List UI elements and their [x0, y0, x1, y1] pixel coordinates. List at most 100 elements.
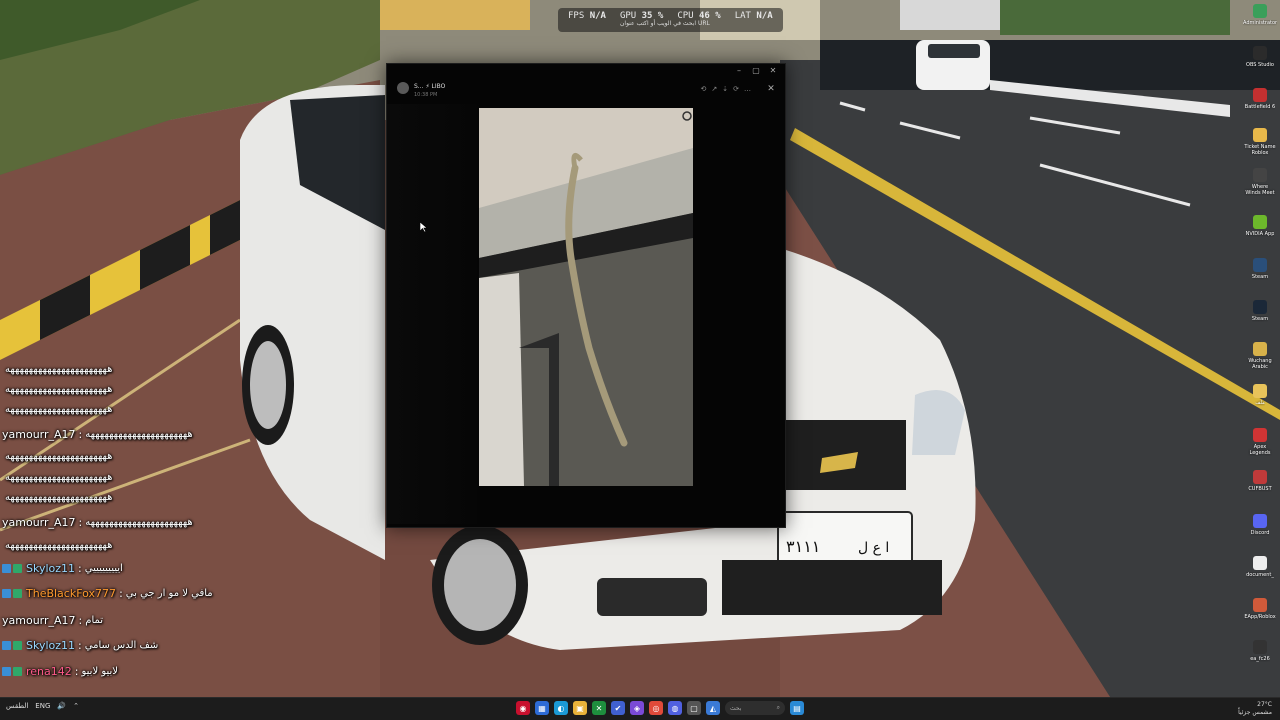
media-image[interactable]: [479, 108, 693, 486]
viewer-title-bar[interactable]: S... ⚡ LIBO 10:38 PM – ▢ ✕ ⟲ ↗ ⇣ ⟳ … ✕: [387, 64, 785, 100]
window-controls: – ▢ ✕: [735, 66, 777, 75]
maximize-button[interactable]: ▢: [752, 66, 760, 75]
desktop-icon[interactable]: Ticket Name Roblox: [1244, 128, 1276, 168]
app-icon: [1253, 88, 1267, 102]
viewer-close-button[interactable]: ✕: [766, 84, 776, 94]
weather-widget[interactable]: الطقس: [6, 702, 28, 710]
desktop-icon[interactable]: Where Winds Meet: [1244, 168, 1276, 208]
taskbar-app-icon[interactable]: ✕: [592, 701, 606, 715]
taskbar-app-icon[interactable]: ◐: [554, 701, 568, 715]
app-icon: [1253, 470, 1267, 484]
latency-readout: LAT N/A: [734, 11, 773, 21]
app-icon: [1253, 46, 1267, 60]
mod-badge-icon: [13, 563, 22, 573]
taskbar-app-icon[interactable]: ◭: [706, 701, 720, 715]
taskbar-app-icon[interactable]: ◉: [516, 701, 530, 715]
desktop-icon[interactable]: Administrator: [1243, 4, 1277, 44]
folder-icon: [1253, 342, 1267, 356]
taskbar-apps: ◉ ▦ ◐ ▣ ✕ ✔ ◈ ◎ ◍ ▢ ◭ بحث ⌕ ▤: [516, 701, 804, 715]
window-close-button[interactable]: ✕: [769, 66, 777, 75]
rotate-icon[interactable]: ⟲: [701, 85, 707, 93]
mouse-cursor-icon: [420, 222, 428, 232]
system-clock[interactable]: 27°C مشمس جزئياً: [1238, 701, 1272, 717]
desktop-icon[interactable]: Discord: [1244, 514, 1276, 554]
taskbar-app-icon[interactable]: ◎: [649, 701, 663, 715]
app-icon: [1253, 168, 1267, 182]
tray-left: الطقس ENG 🔊 ⌃: [6, 702, 79, 710]
chat-message: ههههههههههههههههههههههه: [5, 471, 113, 483]
desktop-icon[interactable]: Steam: [1244, 258, 1276, 298]
share-icon[interactable]: ↗: [711, 85, 717, 93]
discord-icon: [1253, 514, 1267, 528]
desktop-icon[interactable]: Battlefield 6: [1244, 88, 1276, 128]
browser-search-hint: ابحث في الويب أو اكتب عنوان URL: [620, 20, 710, 27]
chat-message: ههههههههههههههههههههههه: [5, 450, 113, 462]
subscriber-badge-icon: [2, 588, 11, 598]
taskbar-app-icon[interactable]: ◈: [630, 701, 644, 715]
app-icon: [1253, 128, 1267, 142]
chat-message: yamourr_A17: تمام: [2, 613, 104, 627]
chat-message: ههههههههههههههههههههههه: [5, 383, 113, 395]
subscriber-badge-icon: [2, 666, 11, 676]
sender-name: S... ⚡ LIBO: [414, 83, 446, 90]
document-icon: [1253, 556, 1267, 570]
desktop-icon[interactable]: EApp/Roblox: [1244, 598, 1276, 638]
desktop-icons: Administrator OBS Studio Battlefield 6 T…: [1240, 0, 1280, 697]
taskbar-app-icon[interactable]: ▢: [687, 701, 701, 715]
desktop-icon[interactable]: Steam: [1244, 300, 1276, 340]
app-icon: [1253, 258, 1267, 272]
chat-message: Skyloz11: شف الدس سامي: [2, 634, 158, 656]
chat-message: Skyloz11: ايييييييييي: [2, 557, 123, 579]
desktop-icon[interactable]: ملف: [1244, 384, 1276, 424]
folder-icon: [1253, 384, 1267, 398]
chat-message: rena142: لابيو لابيو: [2, 660, 118, 682]
desktop-icon[interactable]: OBS Studio: [1244, 46, 1276, 86]
mod-badge-icon: [13, 666, 22, 676]
desktop-icon[interactable]: CUFBUST: [1244, 470, 1276, 510]
desktop-icon[interactable]: Wuchang Arabic: [1244, 342, 1276, 382]
subscriber-badge-icon: [2, 640, 11, 650]
volume-icon[interactable]: 🔊: [57, 702, 66, 710]
chat-message: ههههههههههههههههههههههه: [5, 539, 113, 551]
app-icon: [1253, 640, 1267, 654]
taskbar: الطقس ENG 🔊 ⌃ ◉ ▦ ◐ ▣ ✕ ✔ ◈ ◎ ◍ ▢ ◭ بحث ⌕…: [0, 697, 1280, 720]
viewer-sidebar: [387, 104, 477, 524]
taskbar-app-icon[interactable]: ✔: [611, 701, 625, 715]
svg-text:٣١١١: ٣١١١: [786, 537, 820, 556]
desktop-icon[interactable]: document_: [1244, 556, 1276, 596]
chat-message: yamourr_A17: ههههههههههههههههههههههه: [2, 515, 193, 529]
chat-message: ههههههههههههههههههههههه: [5, 363, 113, 375]
chat-message: yamourr_A17: ههههههههههههههههههههههه: [2, 427, 193, 441]
svg-text:ا ع ل: ا ع ل: [858, 540, 889, 556]
app-icon: [1253, 215, 1267, 229]
app-icon: [1253, 4, 1267, 18]
viewer-toolbar: ⟲ ↗ ⇣ ⟳ …: [701, 85, 752, 93]
mod-badge-icon: [13, 588, 22, 598]
taskbar-search[interactable]: بحث ⌕: [725, 701, 785, 715]
app-icon: [1253, 300, 1267, 314]
tray-expand-icon[interactable]: ⌃: [73, 702, 79, 710]
language-indicator[interactable]: ENG: [35, 702, 50, 710]
chat-message: ههههههههههههههههههههههه: [5, 491, 113, 503]
desktop-icon[interactable]: ea_fc26: [1244, 640, 1276, 680]
more-icon[interactable]: …: [744, 85, 751, 93]
mod-badge-icon: [13, 640, 22, 650]
fps-readout: FPS N/A: [568, 11, 606, 21]
desktop-icon[interactable]: NVIDIA App: [1244, 215, 1276, 255]
minimize-button[interactable]: –: [735, 66, 743, 75]
app-icon: [1253, 428, 1267, 442]
avatar: [397, 82, 409, 94]
refresh-icon[interactable]: ⟳: [733, 85, 739, 93]
chat-message: TheBlackFox777: مافي لا مو ار جي بي: [2, 582, 213, 604]
taskbar-app-icon[interactable]: ▦: [535, 701, 549, 715]
desktop-icon[interactable]: Apex Legends: [1244, 428, 1276, 468]
taskbar-app-icon[interactable]: ▣: [573, 701, 587, 715]
app-icon: [1253, 598, 1267, 612]
subscriber-badge-icon: [2, 563, 11, 573]
download-icon[interactable]: ⇣: [722, 85, 728, 93]
taskbar-app-icon[interactable]: ◍: [668, 701, 682, 715]
chat-message: ههههههههههههههههههههههه: [5, 403, 113, 415]
taskbar-app-icon[interactable]: ▤: [790, 701, 804, 715]
search-icon: ⌕: [776, 704, 780, 711]
media-viewer-window[interactable]: S... ⚡ LIBO 10:38 PM – ▢ ✕ ⟲ ↗ ⇣ ⟳ … ✕: [386, 63, 786, 528]
